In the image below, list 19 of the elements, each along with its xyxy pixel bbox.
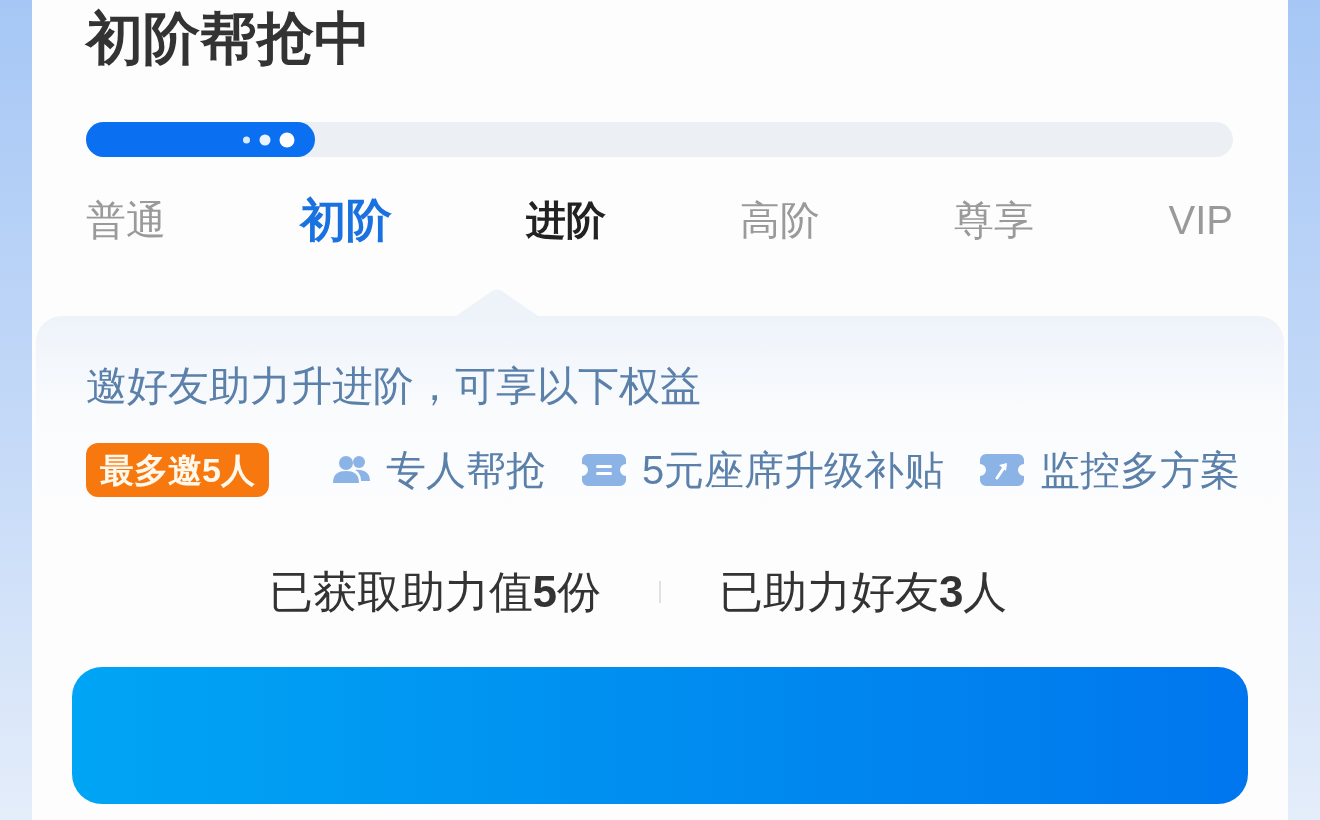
dots-icon bbox=[243, 131, 296, 148]
level-tab[interactable]: 尊享 bbox=[954, 193, 1035, 247]
stat-text: 已获取助力值5份 bbox=[268, 566, 601, 618]
page-title: 初阶帮抢中 bbox=[86, 5, 371, 72]
level-tab[interactable]: 初阶 bbox=[300, 193, 393, 247]
ticket-icon bbox=[581, 454, 626, 486]
people-icon bbox=[332, 455, 370, 485]
benefit-label: 监控多方案 bbox=[1040, 447, 1241, 494]
level-tab[interactable]: VIP bbox=[1168, 193, 1233, 247]
level-tab[interactable]: 普通 bbox=[86, 193, 166, 247]
action-button[interactable] bbox=[72, 667, 1248, 804]
benefits-intro: 邀好友助力升进阶，可享以下权益 bbox=[86, 362, 701, 410]
benefit-label: 专人帮抢 bbox=[385, 447, 546, 494]
stat-text: 已助力好友3人 bbox=[719, 566, 1008, 618]
level-tab[interactable]: 进阶 bbox=[526, 193, 607, 247]
invite-limit-badge: 最多邀5人 bbox=[86, 443, 269, 497]
level-tab[interactable]: 高阶 bbox=[740, 193, 821, 247]
ticket-arrow-icon bbox=[980, 454, 1025, 486]
benefit-label: 5元座席升级补贴 bbox=[641, 447, 945, 494]
